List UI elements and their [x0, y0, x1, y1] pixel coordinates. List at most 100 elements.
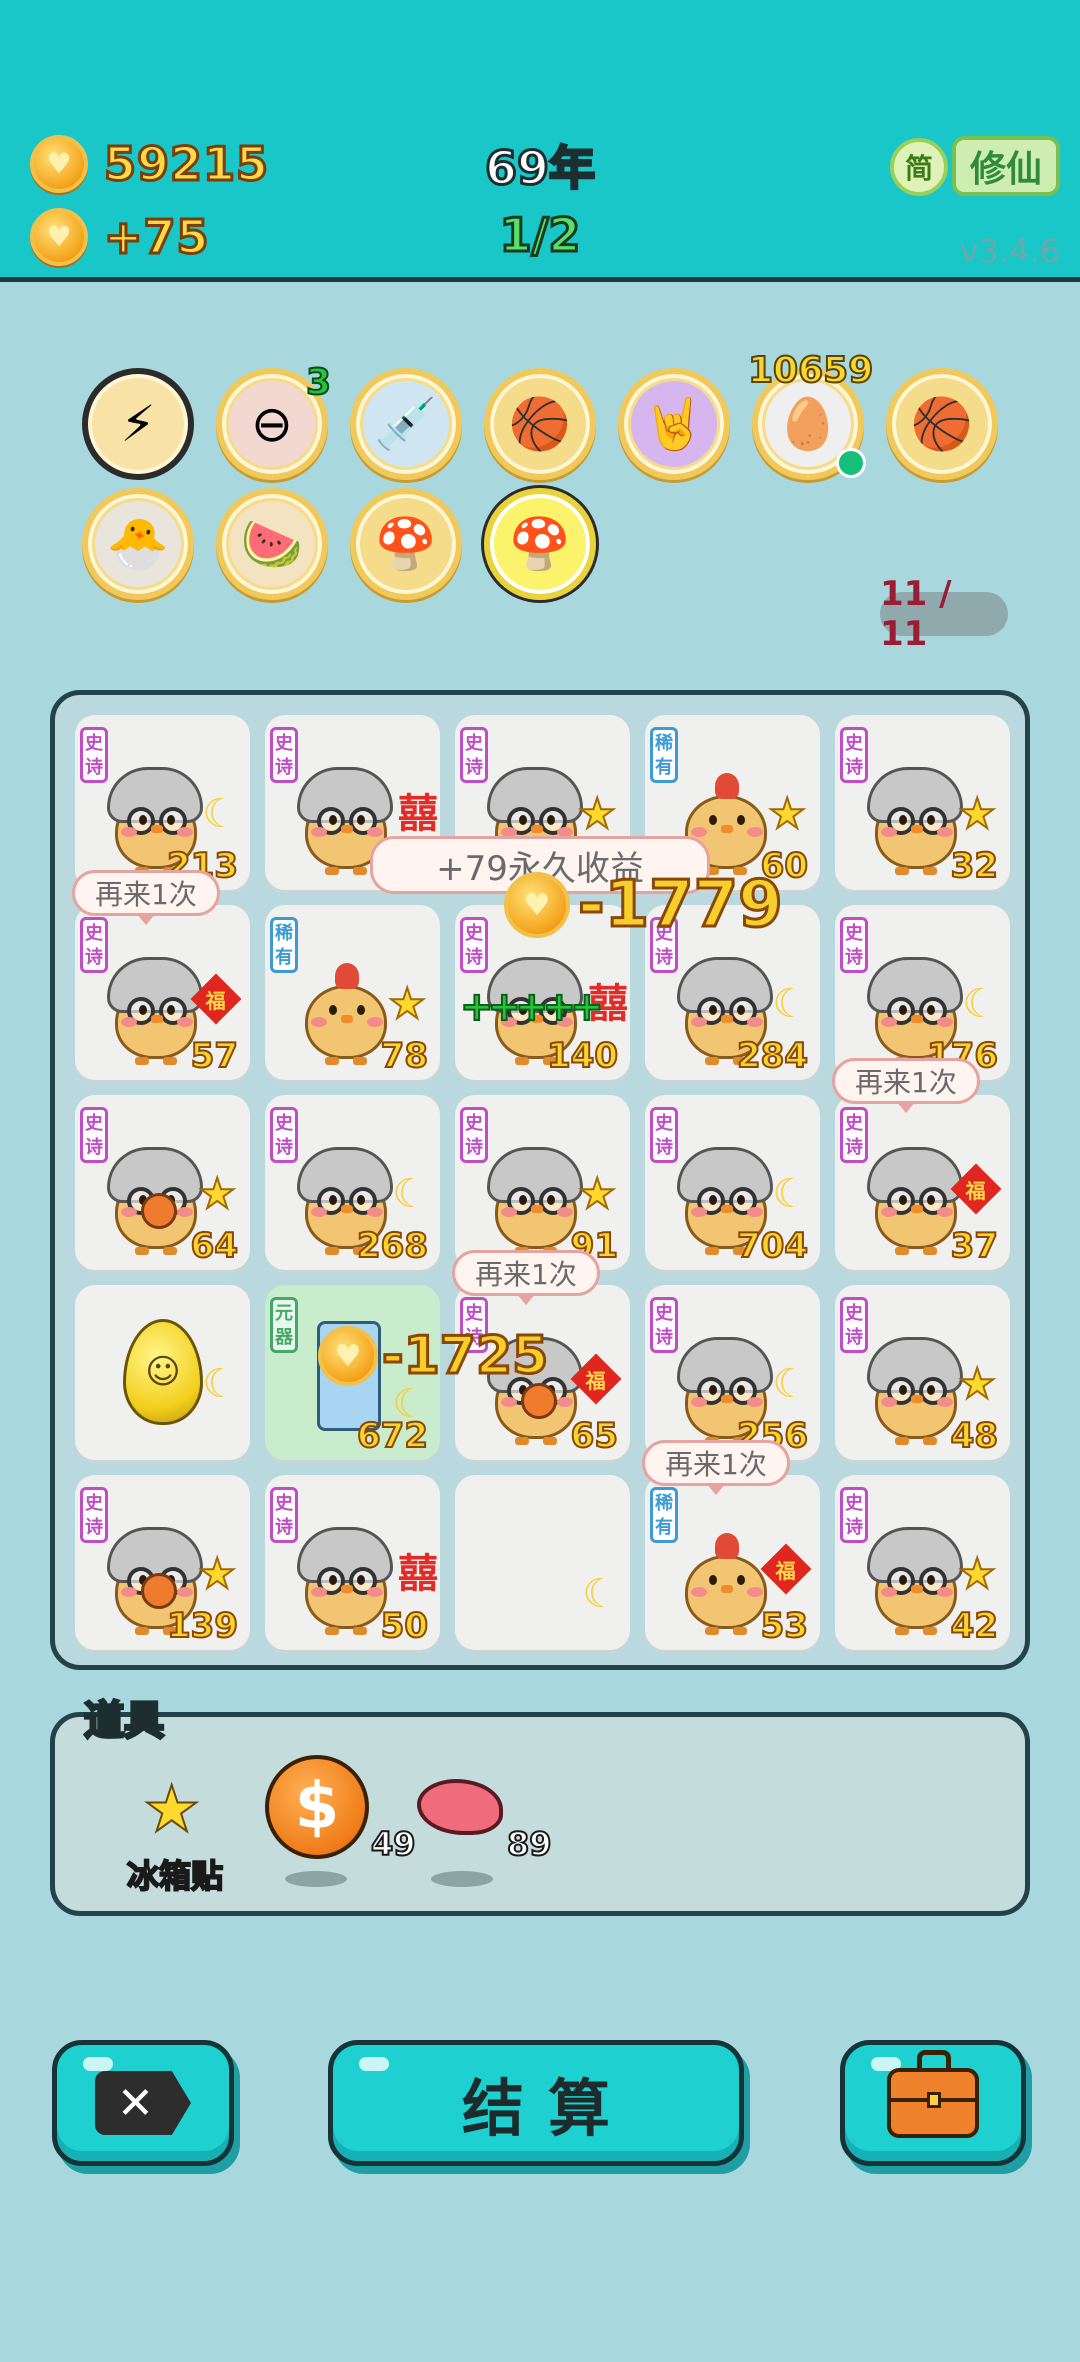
item-shadow — [431, 1871, 493, 1887]
crescent-moon-icon: ☾ — [202, 791, 238, 837]
turn-counter: 1/2 — [498, 207, 582, 264]
chicken-icon — [677, 1527, 773, 1635]
old-chicken-icon — [867, 1527, 963, 1635]
double-happiness-icon: 囍 — [398, 1551, 438, 1597]
relic-syringe-chick[interactable]: 💉 — [350, 368, 462, 480]
board-cell[interactable]: 福稀有 53 — [645, 1475, 820, 1650]
basketball-icon — [141, 1573, 177, 1609]
dollar-coin-icon: $ — [265, 1755, 369, 1859]
rarity-tag: 史诗 — [650, 1107, 678, 1163]
rarity-tag: 史诗 — [840, 1487, 868, 1543]
chick-with-egg-icon: 🐣 — [95, 501, 181, 587]
version-label: v3.4.6 — [959, 232, 1060, 270]
rarity-tag: 史诗 — [270, 1487, 298, 1543]
crescent-moon-icon: ☾ — [772, 1171, 808, 1217]
star-icon: ★ — [957, 1358, 997, 1409]
crescent-moon-icon: ☾ — [202, 1361, 238, 1407]
board-cell[interactable]: ★ 史诗 32 — [835, 715, 1010, 890]
cell-value: 53 — [760, 1605, 809, 1647]
settle-button[interactable]: 结算 — [328, 2040, 744, 2166]
star-icon: ★ — [387, 978, 427, 1029]
star-icon: ★ — [577, 1168, 617, 1219]
cell-value: 140 — [546, 1035, 619, 1077]
board-cell[interactable]: ☾ 史诗 268 — [265, 1095, 440, 1270]
board-cell[interactable]: ★ 史诗 91 — [455, 1095, 630, 1270]
star-icon: ★ — [957, 1548, 997, 1599]
board-cell[interactable]: ☾ 史诗 213 — [75, 715, 250, 890]
relic-three-basketballs-2[interactable]: 🏀 — [886, 368, 998, 480]
rarity-tag: 史诗 — [80, 1107, 108, 1163]
briefcase-icon — [887, 2050, 979, 2138]
rarity-tag: 史诗 — [460, 917, 488, 973]
rarity-tag: 史诗 — [840, 917, 868, 973]
gold-loss-floating-text-2: -1725 — [380, 1325, 549, 1388]
board-cell[interactable]: ☺ ☾ — [75, 1285, 250, 1460]
settle-button-label: 结算 — [461, 2072, 634, 2145]
relic-minus-coin[interactable]: ⊖ 3 — [216, 361, 332, 480]
dollar-coin-count: 49 — [370, 1824, 417, 1864]
relic-three-basketballs[interactable]: 🏀 — [484, 368, 596, 480]
dollar-coin-item[interactable]: $ 49 — [265, 1755, 417, 1895]
board-cell[interactable]: ★ 史诗 139 — [75, 1475, 250, 1650]
retry-bubble: 再来1次 — [452, 1250, 600, 1305]
crescent-moon-icon: ☾ — [772, 1361, 808, 1407]
rarity-tag: 史诗 — [840, 1107, 868, 1163]
exit-button[interactable]: ✕ — [52, 2040, 234, 2166]
minus-coin-icon: ⊖ — [229, 381, 315, 467]
retry-bubble: 再来1次 — [832, 1058, 980, 1113]
relic-chick-with-egg[interactable]: 🐣 — [82, 488, 194, 600]
board-cell[interactable]: ★ 史诗 42 — [835, 1475, 1010, 1650]
syringe-chick-icon: 💉 — [363, 381, 449, 467]
old-chicken-icon — [867, 1147, 963, 1255]
crescent-moon-icon: ☾ — [582, 1571, 618, 1617]
board-cell[interactable]: ★ 史诗 64 — [75, 1095, 250, 1270]
liver-item[interactable]: 89 — [417, 1777, 553, 1897]
mode-button[interactable]: 修仙 — [952, 136, 1060, 196]
crescent-moon-icon: ☾ — [772, 981, 808, 1027]
rarity-tag: 史诗 — [840, 727, 868, 783]
cell-value: 139 — [166, 1605, 239, 1647]
board-cell[interactable]: 囍 史诗 50 — [265, 1475, 440, 1650]
board-cell[interactable]: ★ 稀有 78 — [265, 905, 440, 1080]
board-cell[interactable]: ☾ 史诗 176 — [835, 905, 1010, 1080]
crescent-moon-icon: ☾ — [392, 1171, 428, 1217]
language-toggle-button[interactable]: 简 — [890, 138, 948, 196]
relic-lightning-pin[interactable]: ⚡ — [82, 368, 194, 480]
rarity-tag: 史诗 — [270, 727, 298, 783]
cell-value: 78 — [380, 1035, 429, 1077]
top-status-bar: ♥ 59215 ♥ +75 69年 1/2 简 修仙 v3.4.6 — [0, 0, 1080, 282]
cell-value: 32 — [950, 845, 999, 887]
fridge-magnet-item[interactable]: ★ 冰箱贴 — [119, 1772, 231, 1896]
old-chicken-icon — [297, 1527, 393, 1635]
relic-mushroom-cloud-selected[interactable]: 🍄 — [484, 488, 596, 600]
green-sparkles-effect: +++++ — [459, 983, 605, 1031]
star-icon: ★ — [577, 788, 617, 839]
relic-mushroom-cloud[interactable]: 🍄 — [350, 488, 462, 600]
rarity-tag: 史诗 — [80, 917, 108, 973]
mushroom-cloud-icon: 🍄 — [363, 501, 449, 587]
cell-value: 672 — [356, 1415, 429, 1457]
rarity-tag: 稀有 — [270, 917, 298, 973]
board-cell[interactable]: ☾ 史诗 704 — [645, 1095, 820, 1270]
rarity-tag: 史诗 — [840, 1297, 868, 1353]
board-cell[interactable]: 福史诗 37 — [835, 1095, 1010, 1270]
rarity-tag: 稀有 — [650, 1487, 678, 1543]
board-cell[interactable]: ★ 史诗 48 — [835, 1285, 1010, 1460]
items-panel: ★ 冰箱贴 $ 49 89 — [50, 1712, 1030, 1916]
relic-rock-hand[interactable]: 🤘 — [618, 368, 730, 480]
items-panel-title: 道具 — [83, 1697, 166, 1746]
inventory-button[interactable] — [840, 2040, 1026, 2166]
gold-loss-floating-text: -1779 — [577, 867, 785, 944]
liver-count: 89 — [506, 1824, 553, 1864]
board-cell[interactable]: ☾ 史诗 256 — [645, 1285, 820, 1460]
board-cell[interactable]: ☾ — [455, 1475, 630, 1650]
rarity-tag: 元器 — [270, 1297, 298, 1353]
relic-egg-tray[interactable]: 🥚 10659 — [747, 349, 874, 480]
status-dot — [836, 448, 866, 478]
old-chicken-icon — [107, 957, 203, 1065]
liver-icon — [417, 1779, 503, 1835]
relic-fruit-bowl[interactable]: 🍉 — [216, 488, 328, 600]
cell-value: 64 — [190, 1225, 239, 1267]
board-cell[interactable]: 福史诗 57 — [75, 905, 250, 1080]
retry-bubble: 再来1次 — [642, 1440, 790, 1495]
